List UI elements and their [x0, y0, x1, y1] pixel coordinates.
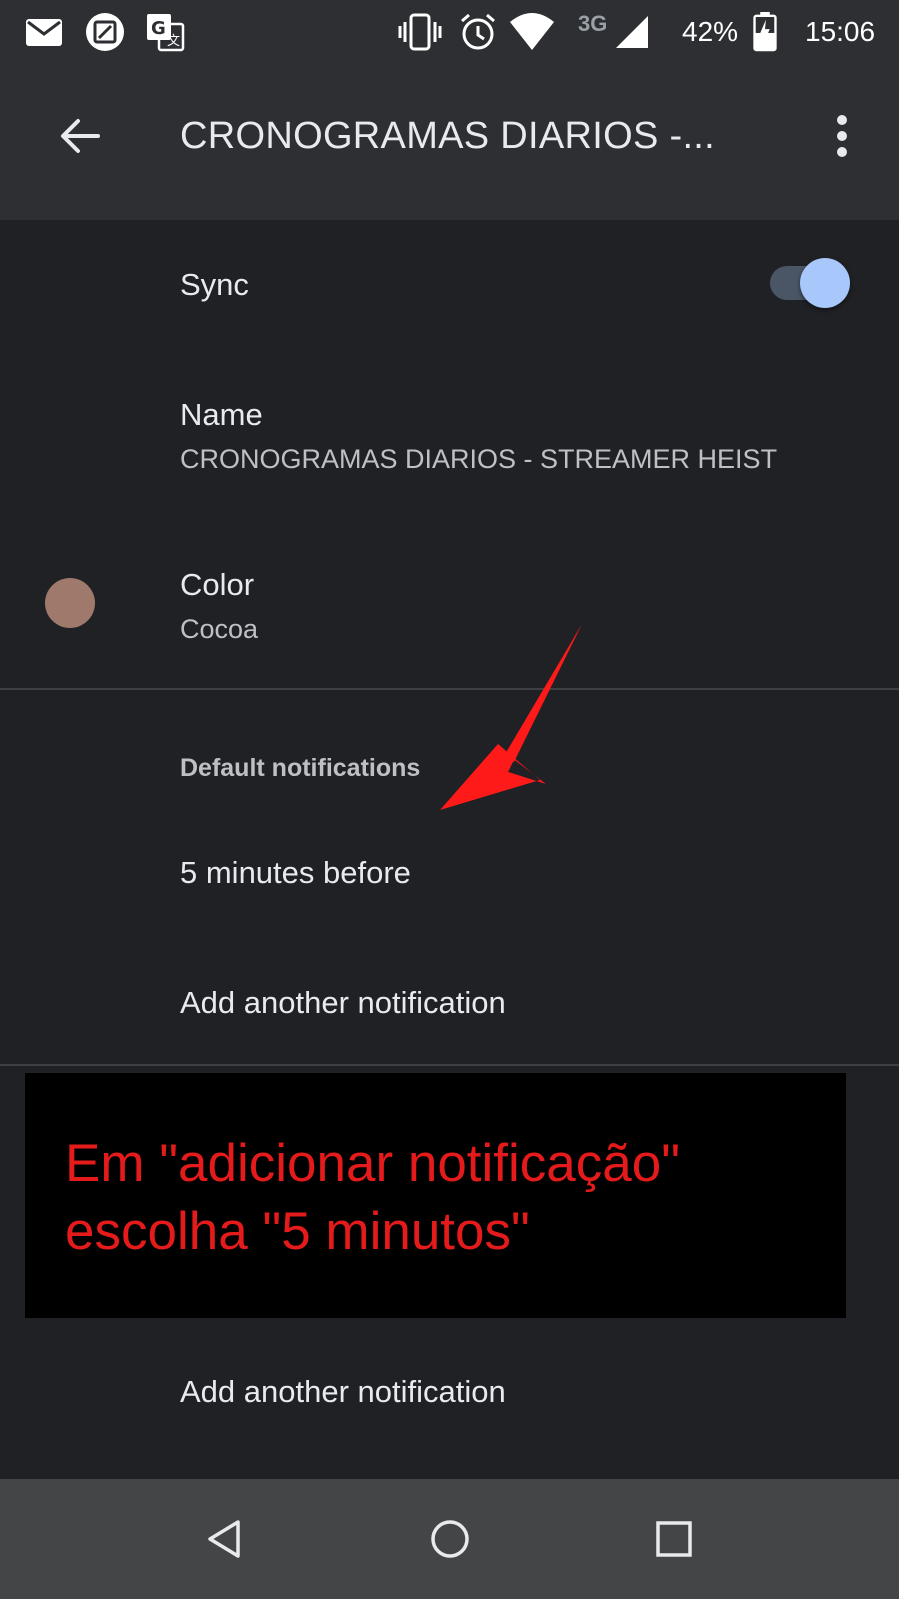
app-bar: CRONOGRAMAS DIARIOS -...: [0, 66, 899, 220]
add-notification-label: Add another notification: [180, 1374, 506, 1409]
sync-label: Sync: [180, 267, 249, 302]
clock: 15:06: [805, 16, 876, 47]
divider: [0, 1064, 899, 1066]
annotation-box: Em "adicionar notificação" escolha "5 mi…: [25, 1073, 846, 1318]
nav-recents-button[interactable]: [640, 1505, 708, 1573]
svg-text:G: G: [151, 18, 166, 39]
notification-item-label: 5 minutes before: [180, 855, 411, 890]
more-options-button[interactable]: [812, 100, 872, 172]
battery-percent: 42%: [682, 16, 739, 47]
section-header-notifications: Default notifications: [180, 754, 421, 782]
page-title: CRONOGRAMAS DIARIOS -...: [180, 115, 716, 157]
arrow-back-icon: [61, 119, 100, 153]
annotation-line-2: escolha "5 minutos": [65, 1202, 530, 1261]
add-notification-row[interactable]: Add another notification: [0, 950, 899, 1060]
color-label: Color: [180, 567, 255, 602]
svg-text:文: 文: [167, 34, 180, 49]
back-button[interactable]: [44, 100, 116, 172]
add-notification-label: Add another notification: [180, 985, 506, 1020]
more-vert-icon: [837, 115, 847, 157]
toggle-thumb: [800, 258, 850, 308]
nav-back-button[interactable]: [190, 1505, 258, 1573]
wifi-icon: [510, 13, 554, 50]
sync-row[interactable]: Sync: [0, 220, 899, 350]
status-bar: G 文 3G 42% 15:06: [0, 0, 899, 66]
battery-charging-icon: [753, 12, 777, 52]
annotation-arrow-icon: [440, 624, 582, 810]
name-value: CRONOGRAMAS DIARIOS - STREAMER HEIST: [180, 444, 778, 474]
screenshot-icon: [86, 13, 124, 51]
signal-icon: [616, 16, 648, 48]
navigation-bar: [0, 1479, 899, 1599]
name-row[interactable]: Name CRONOGRAMAS DIARIOS - STREAMER HEIS…: [0, 370, 899, 500]
screen: G 文 3G 42% 15:06 CRONOGRAMAS DIARIOS -..…: [0, 0, 899, 1599]
nav-home-icon: [431, 1520, 469, 1558]
color-swatch: [45, 578, 95, 628]
annotation-line-1: Em "adicionar notificação": [65, 1134, 681, 1193]
network-type-label: 3G: [578, 11, 608, 36]
alarm-icon: [461, 13, 495, 50]
mail-icon: [26, 19, 62, 46]
notification-item[interactable]: 5 minutes before: [0, 820, 899, 930]
color-value: Cocoa: [180, 614, 259, 644]
vibrate-icon: [398, 13, 442, 51]
add-notification-row[interactable]: Add another notification: [0, 1325, 899, 1435]
translate-icon: G 文: [147, 14, 185, 52]
nav-back-icon: [208, 1520, 240, 1558]
nav-recents-icon: [656, 1521, 692, 1557]
name-label: Name: [180, 397, 263, 432]
nav-home-button[interactable]: [416, 1505, 484, 1573]
sync-toggle[interactable]: [768, 256, 852, 310]
